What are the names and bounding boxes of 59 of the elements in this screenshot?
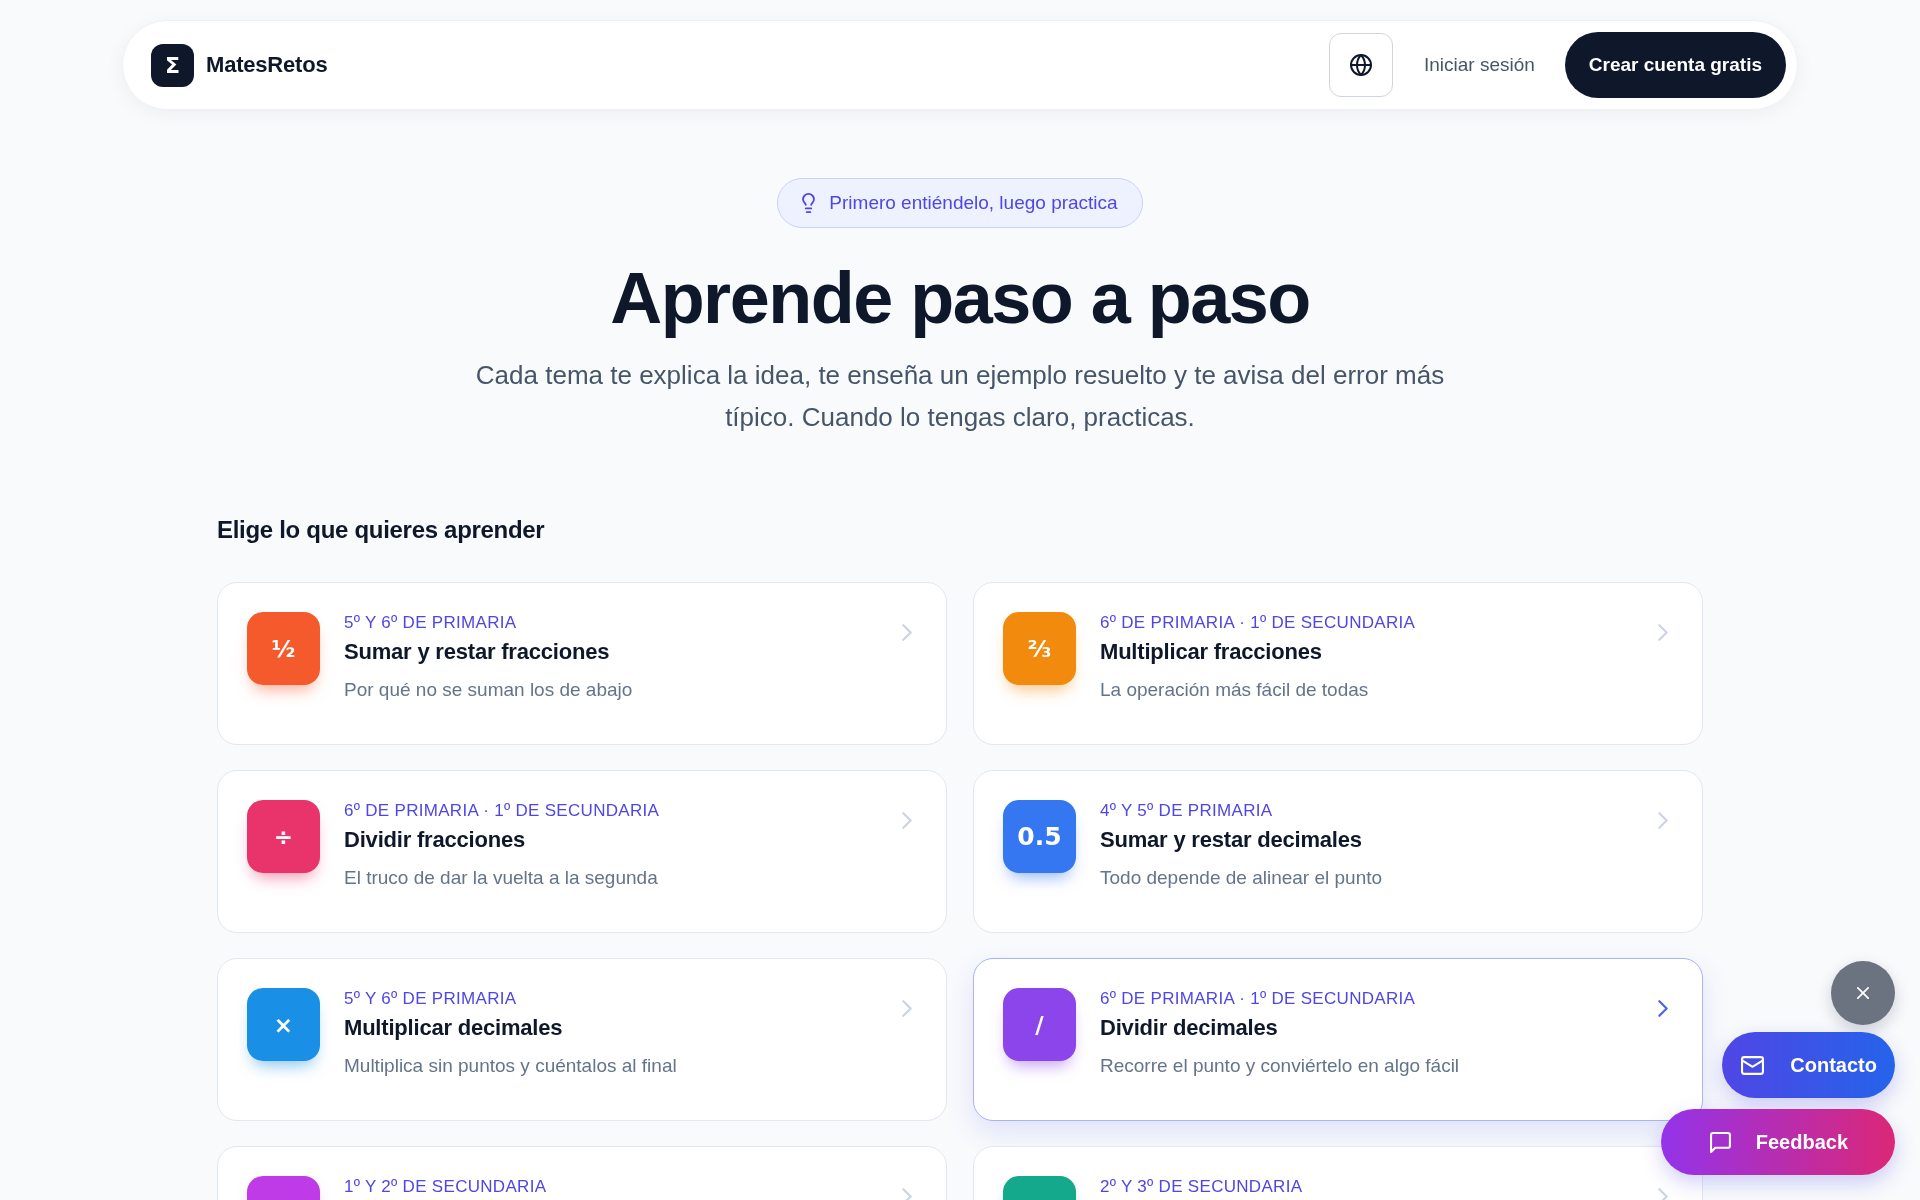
chevron-right-icon bbox=[1658, 624, 1668, 641]
chevron-right-icon bbox=[902, 812, 912, 829]
signup-button[interactable]: Crear cuenta gratis bbox=[1564, 32, 1786, 98]
topic-symbol: 0.5 bbox=[1003, 800, 1076, 873]
topic-card[interactable]: / 6º DE PRIMARIA · 1º DE SECUNDARIA Dividir decimales Recorre el punto y conviértelo en algo fácil bbox=[973, 958, 1703, 1121]
topic-card[interactable]: ⅔ 6º DE PRIMARIA · 1º DE SECUNDARIA Multiplicar fracciones La operación más fácil de todas bbox=[973, 582, 1703, 745]
grade-label: 4º Y 5º DE PRIMARIA bbox=[1100, 800, 1274, 822]
topic-card[interactable]: ½ 5º Y 6º DE PRIMARIA Sumar y restar fracciones Por qué no se suman los de abajo bbox=[217, 582, 947, 745]
chevron-right-icon bbox=[902, 1188, 912, 1200]
globe-icon bbox=[1349, 54, 1372, 76]
contact-button[interactable]: Contacto bbox=[1722, 1032, 1895, 1098]
feedback-button[interactable]: Feedback bbox=[1660, 1109, 1895, 1175]
topic-symbol: / bbox=[1003, 988, 1076, 1061]
topic-card[interactable]: 0.5 4º Y 5º DE PRIMARIA Sumar y restar decimales Todo depende de alinear el punto bbox=[973, 770, 1703, 933]
brand-name: MatesRetos bbox=[206, 52, 328, 78]
grade-label: 1º Y 2º DE SECUNDARIA bbox=[344, 1176, 548, 1198]
topic-card[interactable]: ÷ 6º DE PRIMARIA · 1º DE SECUNDARIA Dividir fracciones El truco de dar la vuelta a la segunda bbox=[217, 770, 947, 933]
chevron-right-icon bbox=[1658, 1188, 1668, 1200]
topic-card[interactable]: × 5º Y 6º DE PRIMARIA Multiplicar decimales Multiplica sin puntos y cuéntalos al final bbox=[217, 958, 947, 1121]
topic-description: La operación más fácil de todas bbox=[1100, 678, 1370, 702]
chevron-right-icon bbox=[1658, 812, 1668, 829]
topic-symbol: ÷ bbox=[247, 800, 320, 873]
grade-label: 5º Y 6º DE PRIMARIA bbox=[344, 612, 518, 634]
topic-title: Multiplicar decimales bbox=[344, 1014, 564, 1042]
badge-text: Primero entiéndelo, luego practica bbox=[829, 192, 1118, 214]
topic-symbol: × bbox=[247, 988, 320, 1061]
grade-label: 6º DE PRIMARIA · 1º DE SECUNDARIA bbox=[1100, 612, 1417, 634]
chevron-right-icon bbox=[1658, 1000, 1668, 1017]
page-subtitle: Cada tema te explica la idea, te enseña un ejemplo resuelto y te avisa del error más típico. Cuando lo tengas claro, practicas. bbox=[474, 359, 1446, 434]
topic-title: Dividir decimales bbox=[1100, 1014, 1279, 1042]
topic-symbol: ½ bbox=[247, 612, 320, 685]
topic-title: Sumar y restar fracciones bbox=[344, 638, 611, 666]
section-heading: Elige lo que quieres aprender bbox=[217, 515, 546, 545]
close-button[interactable] bbox=[1831, 961, 1895, 1025]
chevron-right-icon bbox=[902, 1000, 912, 1017]
topic-description: Todo depende de alinear el punto bbox=[1100, 866, 1384, 890]
chat-icon bbox=[1709, 1131, 1731, 1153]
language-button[interactable] bbox=[1328, 33, 1393, 97]
topic-description: El truco de dar la vuelta a la segunda bbox=[344, 866, 659, 890]
topic-card[interactable]: 2º Y 3º DE SECUNDARIA bbox=[973, 1146, 1703, 1200]
chevron-right-icon bbox=[902, 624, 912, 641]
page-title: Aprende paso a paso bbox=[610, 258, 1310, 338]
topic-symbol: ⅔ bbox=[1003, 612, 1076, 685]
grade-label: 6º DE PRIMARIA · 1º DE SECUNDARIA bbox=[344, 800, 661, 822]
grade-label: 2º Y 3º DE SECUNDARIA bbox=[1100, 1176, 1304, 1198]
topic-description: Multiplica sin puntos y cuéntalos al final bbox=[344, 1054, 678, 1078]
grade-label: 6º DE PRIMARIA · 1º DE SECUNDARIA bbox=[1100, 988, 1417, 1010]
mail-icon bbox=[1741, 1055, 1765, 1075]
topic-card[interactable]: 1º Y 2º DE SECUNDARIA bbox=[217, 1146, 947, 1200]
login-link[interactable]: Iniciar sesión bbox=[1423, 54, 1535, 76]
topic-title: Sumar y restar decimales bbox=[1100, 826, 1363, 854]
lightbulb-icon bbox=[802, 193, 816, 213]
topic-title: Multiplicar fracciones bbox=[1100, 638, 1323, 666]
topic-description: Recorre el punto y conviértelo en algo fácil bbox=[1100, 1054, 1461, 1078]
grade-label: 5º Y 6º DE PRIMARIA bbox=[344, 988, 518, 1010]
logo-mark: Σ bbox=[151, 43, 194, 87]
close-icon bbox=[1857, 987, 1869, 999]
topic-title: Dividir fracciones bbox=[344, 826, 527, 854]
topic-description: Por qué no se suman los de abajo bbox=[344, 678, 634, 702]
